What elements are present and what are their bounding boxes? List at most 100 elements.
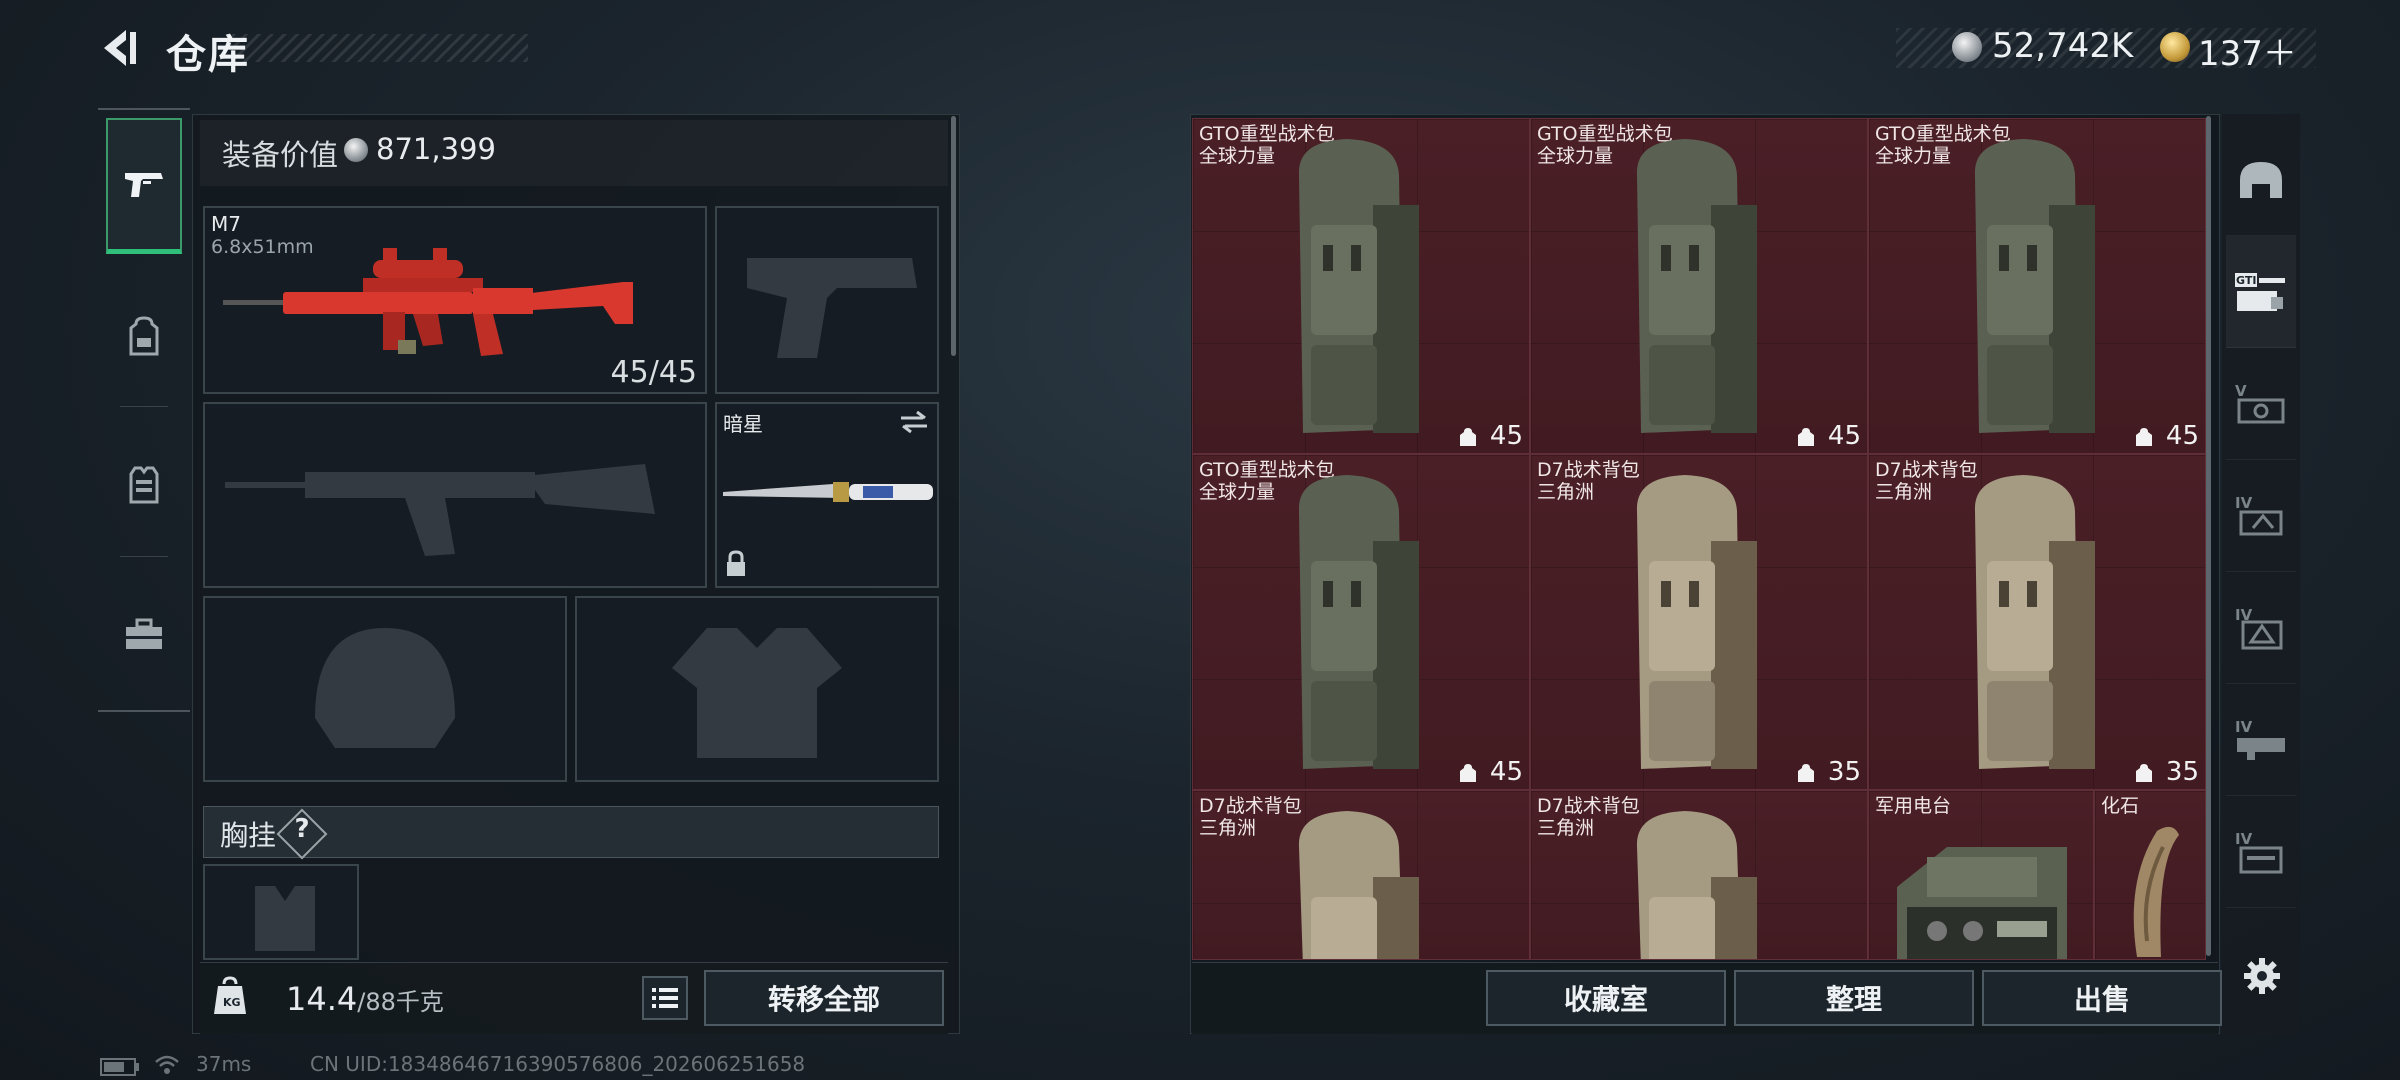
swap-icon[interactable] xyxy=(899,410,929,434)
tab-vest[interactable] xyxy=(106,416,182,552)
help-icon[interactable]: ? xyxy=(284,814,320,850)
list-icon xyxy=(652,988,678,1008)
item-capacity: 45 xyxy=(1489,421,1523,451)
backpack-tan-image xyxy=(1636,475,1757,769)
tier4-bag-filter-icon: IV xyxy=(2235,830,2283,873)
rifle-placeholder-icon xyxy=(225,464,655,556)
sell-button[interactable]: 出售 xyxy=(1982,970,2222,1026)
item-capacity: 45 xyxy=(1489,757,1523,787)
filter-tier-4-scope[interactable]: IV xyxy=(2226,460,2296,572)
battery-icon xyxy=(100,1058,139,1076)
carry-weight-max: /88千克 xyxy=(357,988,444,1016)
lock-icon xyxy=(727,550,745,576)
inventory-item[interactable]: 军用电台 xyxy=(1868,790,2094,960)
item-brand: 三角洲 xyxy=(1875,481,1933,503)
title-decoration xyxy=(232,34,528,62)
chest-rig-label: 胸挂 xyxy=(220,819,277,852)
fossil-claw-image xyxy=(2133,826,2179,957)
equipment-value: 871,399 xyxy=(376,132,496,166)
gold-currency-value[interactable]: 137＋ xyxy=(2198,26,2297,75)
inventory-item[interactable]: D7战术背包 三角洲 35 xyxy=(1868,454,2206,790)
item-capacity: 45 xyxy=(1827,421,1861,451)
capacity-icon xyxy=(1798,764,1814,782)
backpack-green-image xyxy=(1974,139,2095,433)
capacity-icon xyxy=(1460,764,1476,782)
inventory-item[interactable]: D7战术背包 三角洲 35 xyxy=(1530,454,1868,790)
armor-slot[interactable] xyxy=(575,596,939,782)
item-name: 军用电台 xyxy=(1875,795,1952,817)
tier4-armor-filter-icon: IV xyxy=(2235,606,2283,649)
backpack-green-image xyxy=(1298,139,1419,433)
melee-slot[interactable]: 暗星 xyxy=(715,402,939,588)
list-view-button[interactable] xyxy=(642,976,688,1020)
toolbox-icon xyxy=(126,618,162,649)
sort-button[interactable]: 整理 xyxy=(1734,970,1974,1026)
back-arrow-icon[interactable] xyxy=(96,24,144,72)
chest-rig-placeholder-icon xyxy=(255,886,315,951)
capacity-icon xyxy=(2136,428,2152,446)
gold-coin-icon xyxy=(2160,32,2190,62)
tier5-filter-icon: V xyxy=(2235,382,2285,423)
ping-display: 37ms xyxy=(196,1052,252,1076)
filter-gti[interactable]: GTI xyxy=(2226,236,2296,348)
sidearm-slot[interactable] xyxy=(715,206,939,394)
filter-tier-4-bag[interactable]: IV xyxy=(2226,796,2296,908)
primary-weapon-slot[interactable]: M7 6.8x51mm 45/45 xyxy=(203,206,707,394)
filter-helmet[interactable] xyxy=(2226,124,2296,236)
inventory-item[interactable]: GTO重型战术包 全球力量 45 xyxy=(1530,118,1868,454)
item-capacity: 35 xyxy=(1827,757,1861,787)
equipment-scrollbar[interactable] xyxy=(951,116,956,356)
settings-gear-icon[interactable] xyxy=(2242,956,2282,996)
tab-toolbox[interactable] xyxy=(106,566,182,702)
weight-icon: KG xyxy=(214,976,246,1014)
chest-rig-slot[interactable] xyxy=(203,864,359,960)
tier4-bag-filter-label: IV xyxy=(2235,830,2253,848)
vest-icon xyxy=(129,466,159,504)
page-title: 仓库 xyxy=(166,32,250,78)
inventory-item[interactable]: D7战术背包 三角洲 xyxy=(1530,790,1868,960)
filter-tier-5[interactable]: V xyxy=(2226,348,2296,460)
military-radio-image xyxy=(1897,847,2067,959)
inventory-item[interactable]: GTO重型战术包 全球力量 45 xyxy=(1192,454,1530,790)
gti-filter-label: GTI xyxy=(2236,274,2256,287)
pistol-icon xyxy=(125,172,163,197)
secondary-weapon-slot[interactable] xyxy=(203,402,707,588)
tab-backpack[interactable] xyxy=(106,268,182,404)
transfer-all-button[interactable]: 转移全部 xyxy=(704,970,944,1026)
item-capacity: 35 xyxy=(2165,757,2199,787)
collection-room-button[interactable]: 收藏室 xyxy=(1486,970,1726,1026)
inventory-scrollbar[interactable] xyxy=(2206,116,2211,956)
item-name: 化石 xyxy=(2101,795,2140,817)
item-brand: 三角洲 xyxy=(1537,481,1595,503)
helmet-slot[interactable] xyxy=(203,596,567,782)
ammo-count: 45/45 xyxy=(610,355,697,390)
backpack-tan-image xyxy=(1636,811,1757,959)
wifi-icon xyxy=(155,1055,179,1074)
filter-tier-4-rig[interactable]: IV xyxy=(2226,684,2296,796)
melee-name: 暗星 xyxy=(723,412,763,436)
tab-divider xyxy=(120,556,168,557)
item-brand: 三角洲 xyxy=(1199,817,1257,839)
filter-tier-4-armor[interactable]: IV xyxy=(2226,572,2296,684)
tab-weapons[interactable] xyxy=(106,118,182,254)
tab-divider xyxy=(120,406,168,407)
item-brand: 全球力量 xyxy=(1199,145,1276,167)
gti-filter-icon: GTI xyxy=(2235,272,2285,311)
backpack-green-image xyxy=(1636,139,1757,433)
armor-placeholder-icon xyxy=(672,628,842,758)
tier4-rig-filter-icon: IV xyxy=(2235,718,2285,760)
inventory-item[interactable]: 化石 xyxy=(2094,790,2206,960)
inventory-item[interactable]: GTO重型战术包 全球力量 45 xyxy=(1868,118,2206,454)
backpack-tan-image xyxy=(1298,811,1419,959)
silver-coin-icon xyxy=(344,138,368,162)
backpack-icon xyxy=(129,316,159,356)
rifle-m7-icon xyxy=(223,248,633,356)
inventory-item[interactable]: GTO重型战术包 全球力量 45 xyxy=(1192,118,1530,454)
tier5-filter-label: V xyxy=(2235,382,2247,400)
pistol-placeholder-icon xyxy=(747,258,917,358)
carry-weight: 14.4/88千克 xyxy=(286,980,444,1018)
item-brand: 全球力量 xyxy=(1199,481,1276,503)
item-brand: 三角洲 xyxy=(1537,817,1595,839)
item-brand: 全球力量 xyxy=(1537,145,1614,167)
inventory-item[interactable]: D7战术背包 三角洲 xyxy=(1192,790,1530,960)
